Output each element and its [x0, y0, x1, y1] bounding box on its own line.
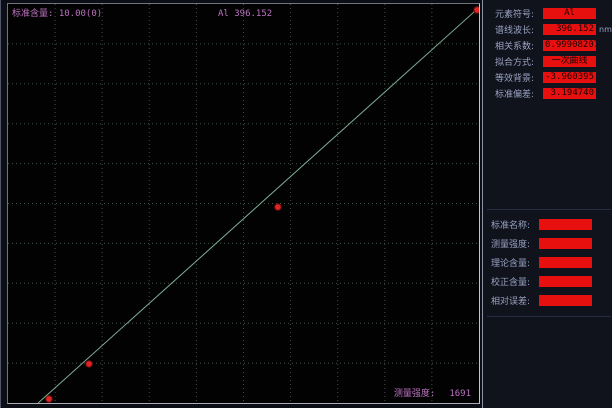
- field-value: 0.99908207: [543, 40, 596, 51]
- results-panel: 元素符号:Al谱线波长:396.152nm相关系数:0.99908207拟合方式…: [482, 0, 612, 408]
- intensity-label: 测量强度:: [394, 389, 435, 399]
- curve-info-row: 等效背景:-3.960395: [483, 69, 612, 85]
- sample-result-row: 相对误差:: [487, 291, 611, 310]
- sample-result-row: 校正含量:: [487, 272, 611, 291]
- field-label: 测量强度:: [491, 237, 539, 250]
- field-label: 拟合方式:: [495, 55, 543, 68]
- field-value: 396.152: [543, 24, 596, 35]
- field-label: 相对误差:: [491, 294, 539, 307]
- intensity-annotation: 测量强度: 1691: [394, 389, 471, 399]
- field-value: [539, 238, 592, 249]
- field-value: 一次曲线: [543, 56, 596, 67]
- curve-info-rows: 元素符号:Al谱线波长:396.152nm相关系数:0.99908207拟合方式…: [483, 5, 612, 101]
- field-value: [539, 219, 592, 230]
- field-label: 等效背景:: [495, 71, 543, 84]
- field-label: 标准偏差:: [495, 87, 543, 100]
- field-value: [539, 295, 592, 306]
- field-label: 理论含量:: [491, 256, 539, 269]
- curve-info-row: 元素符号:Al: [483, 5, 612, 21]
- intensity-value: 1691: [449, 389, 471, 399]
- standard-content-annotation: 标准含量: 10.00(0): [12, 9, 102, 19]
- app-window: 标准含量: 10.00(0) Al 396.152 测量强度: 1691 元素符号…: [0, 0, 612, 408]
- field-label: 标准名称:: [491, 218, 539, 231]
- field-value: -3.960395: [543, 72, 596, 83]
- field-value: Al: [543, 8, 596, 19]
- field-label: 相关系数:: [495, 39, 543, 52]
- curve-info-row: 拟合方式:一次曲线: [483, 53, 612, 69]
- curve-info-row: 标准偏差:3.194740: [483, 85, 612, 101]
- field-unit: nm: [599, 25, 612, 34]
- standard-content-value: 10.00(0): [59, 9, 102, 19]
- sample-result-row: 测量强度:: [487, 234, 611, 253]
- standard-content-label: 标准含量:: [12, 9, 53, 19]
- calibration-plot: 标准含量: 10.00(0) Al 396.152 测量强度: 1691: [7, 3, 480, 404]
- curve-info-row: 谱线波长:396.152nm: [483, 21, 612, 37]
- sample-result-rows: 标准名称: 测量强度: 理论含量: 校正含量: 相对误差:: [487, 209, 611, 317]
- field-value: [539, 276, 592, 287]
- field-value: [539, 257, 592, 268]
- curve-info-row: 相关系数:0.99908207: [483, 37, 612, 53]
- field-label: 谱线波长:: [495, 23, 543, 36]
- field-value: 3.194740: [543, 88, 596, 99]
- plot-canvas: [8, 4, 479, 403]
- line-title: Al 396.152: [218, 9, 272, 19]
- sample-result-row: 理论含量:: [487, 253, 611, 272]
- field-label: 校正含量:: [491, 275, 539, 288]
- field-label: 元素符号:: [495, 7, 543, 20]
- sample-result-row: 标准名称:: [487, 215, 611, 234]
